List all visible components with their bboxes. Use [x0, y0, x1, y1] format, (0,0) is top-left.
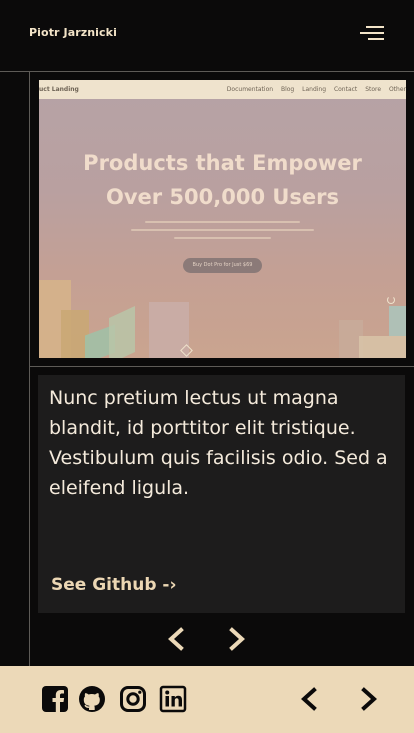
- brand-name[interactable]: Piotr Jarznicki: [29, 26, 117, 39]
- screenshot-nav-links: Documentation Blog Landing Contact Store…: [226, 86, 406, 93]
- left-rail-divider: [29, 72, 30, 666]
- chevron-left-icon[interactable]: [165, 627, 187, 651]
- facebook-icon[interactable]: [41, 685, 69, 713]
- project-description: Nunc pretium lectus ut magna blandit, id…: [49, 387, 388, 499]
- chevron-left-icon[interactable]: [298, 687, 320, 711]
- site-header: Piotr Jarznicki: [0, 0, 414, 72]
- screenshot-hero-button: Buy Dot Pro for Just $69: [183, 258, 262, 273]
- hero-text-line: [174, 237, 271, 239]
- project-screenshot[interactable]: uct Landing Documentation Blog Landing C…: [39, 80, 406, 358]
- screenshot-hero-title: Products that Empower Over 500,000 Users: [39, 146, 406, 214]
- chevron-right-icon[interactable]: [226, 627, 248, 651]
- hamburger-menu-icon[interactable]: [356, 22, 386, 44]
- github-link[interactable]: See Github -›: [51, 575, 176, 595]
- hero-title-line: Products that Empower: [83, 151, 362, 175]
- hero-title-line: Over 500,000 Users: [105, 185, 340, 209]
- decor-block: [109, 305, 135, 358]
- loader-icon: [387, 296, 395, 304]
- hero-text-line: [131, 229, 314, 231]
- section-divider: [30, 366, 414, 367]
- decor-block: [389, 306, 406, 336]
- chevron-right-icon[interactable]: [358, 687, 380, 711]
- screenshot-navbar: uct Landing Documentation Blog Landing C…: [39, 80, 406, 99]
- hero-text-line: [145, 221, 300, 223]
- decor-block: [359, 336, 406, 358]
- screenshot-logo: uct Landing: [39, 86, 79, 93]
- site-footer: [0, 666, 414, 733]
- instagram-icon[interactable]: [119, 685, 147, 713]
- project-card: Nunc pretium lectus ut magna blandit, id…: [38, 375, 405, 613]
- linkedin-icon[interactable]: [159, 685, 187, 713]
- github-icon[interactable]: [78, 685, 106, 713]
